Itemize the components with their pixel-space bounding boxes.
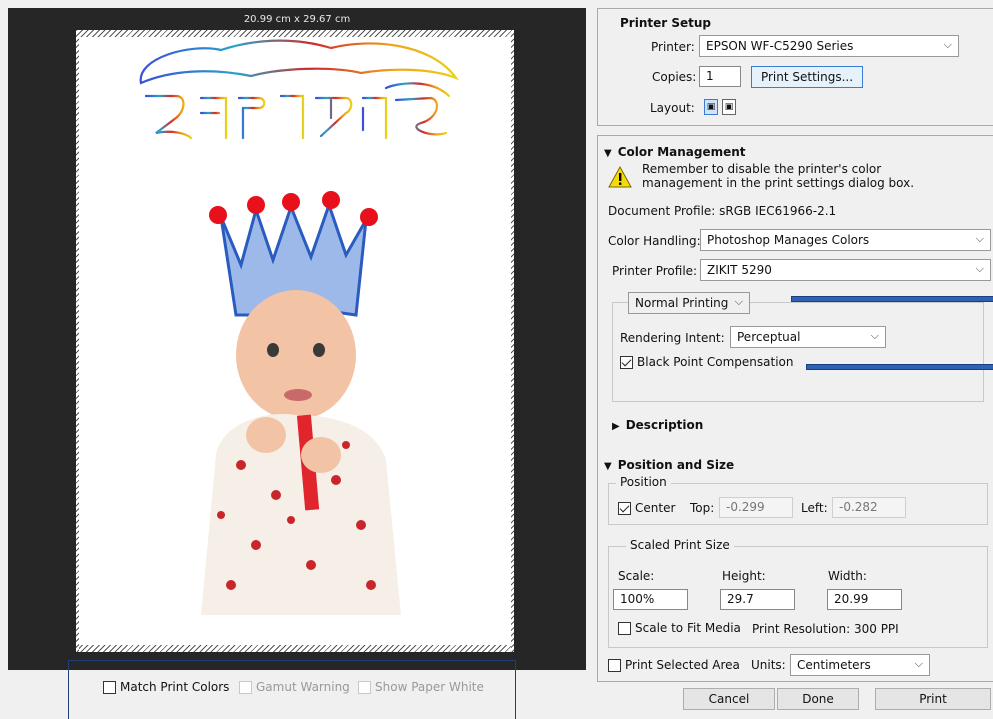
- chevron-down-icon: ⌵: [975, 262, 984, 275]
- margin-hatch-left: [76, 30, 79, 652]
- color-management-title: Color Management: [617, 145, 746, 159]
- warning-text-line1: Remember to disable the printer's color: [642, 162, 882, 176]
- brand-logo: [139, 39, 460, 140]
- color-handling-label: Color Handling:: [608, 234, 701, 248]
- position-size-section: ▼ Position and Size Position Center Top: …: [597, 452, 993, 682]
- collapse-triangle-icon: ▼: [604, 148, 612, 159]
- document-profile-text: Document Profile: sRGB IEC61966-2.1: [608, 204, 837, 218]
- margin-hatch-right: [511, 30, 514, 652]
- print-settings-button[interactable]: Print Settings...: [751, 66, 863, 88]
- chevron-down-icon: ⌵: [975, 232, 984, 245]
- units-select[interactable]: Centimeters ⌵: [790, 654, 930, 676]
- copies-input[interactable]: 1: [699, 66, 741, 87]
- scale-to-fit-label: Scale to Fit Media: [635, 621, 741, 635]
- show-paper-white-checkbox: Show Paper White: [358, 680, 484, 694]
- printing-mode-select[interactable]: Normal Printing ⌵: [628, 292, 750, 314]
- black-point-compensation-label: Black Point Compensation: [637, 355, 794, 369]
- color-handling-select[interactable]: Photoshop Manages Colors ⌵: [700, 229, 991, 251]
- annotation-arrow-bar-2: [806, 364, 993, 370]
- dialog-buttons: Cancel Done Print: [597, 680, 993, 719]
- print-selected-area-checkbox[interactable]: Print Selected Area: [608, 658, 740, 672]
- printing-options-group: [612, 302, 984, 402]
- position-size-title: Position and Size: [617, 458, 735, 472]
- match-print-colors-checkbox[interactable]: Match Print Colors: [103, 680, 229, 694]
- black-point-compensation-box[interactable]: [620, 355, 633, 369]
- chevron-down-icon: ⌵: [943, 38, 952, 51]
- printer-setup-title: Printer Setup: [620, 16, 711, 30]
- chevron-down-icon: ⌵: [734, 295, 743, 308]
- match-print-colors-box[interactable]: [103, 680, 116, 694]
- description-title: Description: [625, 418, 704, 432]
- show-paper-white-box: [358, 680, 371, 694]
- paper-dimensions-label: 20.99 cm x 29.67 cm: [243, 14, 351, 25]
- printer-label: Printer:: [651, 40, 695, 54]
- print-resolution-text: Print Resolution: 300 PPI: [752, 622, 899, 636]
- gamut-warning-checkbox: Gamut Warning: [239, 680, 350, 694]
- rendering-intent-value: Perceptual: [737, 330, 801, 344]
- copies-label: Copies:: [652, 70, 697, 84]
- margin-hatch-bottom: [76, 645, 514, 652]
- done-button[interactable]: Done: [777, 688, 859, 710]
- chevron-down-icon: ⌵: [870, 329, 879, 342]
- black-point-compensation-checkbox[interactable]: Black Point Compensation: [620, 355, 794, 369]
- gamut-warning-label: Gamut Warning: [256, 680, 350, 694]
- color-management-header[interactable]: ▼ Color Management: [604, 145, 746, 159]
- rendering-intent-label: Rendering Intent:: [620, 331, 725, 345]
- center-checkbox-box[interactable]: [618, 501, 631, 515]
- printing-mode-value: Normal Printing: [635, 296, 729, 310]
- collapse-triangle-icon: ▼: [604, 461, 612, 472]
- cancel-button[interactable]: Cancel: [683, 688, 775, 710]
- width-input[interactable]: 20.99: [827, 589, 902, 610]
- description-header[interactable]: ▶ Description: [612, 418, 703, 432]
- printer-setup-section: Printer Setup Printer: EPSON WF-C5290 Se…: [597, 8, 993, 126]
- width-label: Width:: [828, 569, 867, 583]
- print-selected-area-box[interactable]: [608, 658, 621, 672]
- print-selected-area-label: Print Selected Area: [625, 658, 740, 672]
- position-legend: Position: [616, 475, 671, 489]
- warning-text-line2: management in the print settings dialog …: [642, 176, 915, 190]
- position-size-header[interactable]: ▼ Position and Size: [604, 458, 734, 472]
- rendering-intent-select[interactable]: Perceptual ⌵: [730, 326, 886, 348]
- warning-icon: [608, 166, 632, 188]
- top-label: Top:: [690, 501, 715, 515]
- height-input[interactable]: 29.7: [720, 589, 795, 610]
- scale-label: Scale:: [618, 569, 655, 583]
- center-checkbox[interactable]: Center: [618, 501, 675, 515]
- units-value: Centimeters: [797, 658, 871, 672]
- match-print-colors-label: Match Print Colors: [120, 680, 230, 694]
- chevron-down-icon: ⌵: [914, 657, 923, 670]
- print-preview-area: 20.99 cm x 29.67 cm: [8, 8, 586, 670]
- print-button[interactable]: Print: [875, 688, 991, 710]
- color-management-section: ▼ Color Management Remember to disable th…: [597, 135, 993, 453]
- left-label: Left:: [801, 501, 828, 515]
- portrait-layout-icon[interactable]: ▣: [704, 99, 718, 115]
- scale-input[interactable]: 100%: [613, 589, 688, 610]
- printer-profile-value: ZIKIT 5290: [707, 263, 772, 277]
- units-label: Units:: [751, 658, 786, 672]
- printer-profile-select[interactable]: ZIKIT 5290 ⌵: [700, 259, 991, 281]
- show-paper-white-label: Show Paper White: [375, 680, 484, 694]
- paper-preview[interactable]: [76, 30, 514, 652]
- layout-label: Layout:: [650, 101, 695, 115]
- printer-select-value: EPSON WF-C5290 Series: [706, 39, 854, 53]
- height-label: Height:: [722, 569, 766, 583]
- gamut-warning-box: [239, 680, 252, 694]
- landscape-layout-icon[interactable]: ▣: [722, 99, 736, 115]
- expand-triangle-icon: ▶: [612, 421, 620, 432]
- margin-hatch-top: [76, 30, 514, 37]
- annotation-arrow-bar: [791, 296, 993, 302]
- left-input[interactable]: -0.282: [832, 497, 906, 518]
- baby-photo: [161, 165, 446, 615]
- scale-to-fit-checkbox[interactable]: Scale to Fit Media: [618, 621, 741, 635]
- top-input[interactable]: -0.299: [719, 497, 793, 518]
- printer-profile-label: Printer Profile:: [612, 264, 698, 278]
- scaled-print-size-legend: Scaled Print Size: [626, 538, 734, 552]
- color-handling-value: Photoshop Manages Colors: [707, 233, 870, 247]
- printer-select[interactable]: EPSON WF-C5290 Series ⌵: [699, 35, 959, 57]
- scale-to-fit-box[interactable]: [618, 621, 631, 635]
- center-label: Center: [635, 501, 676, 515]
